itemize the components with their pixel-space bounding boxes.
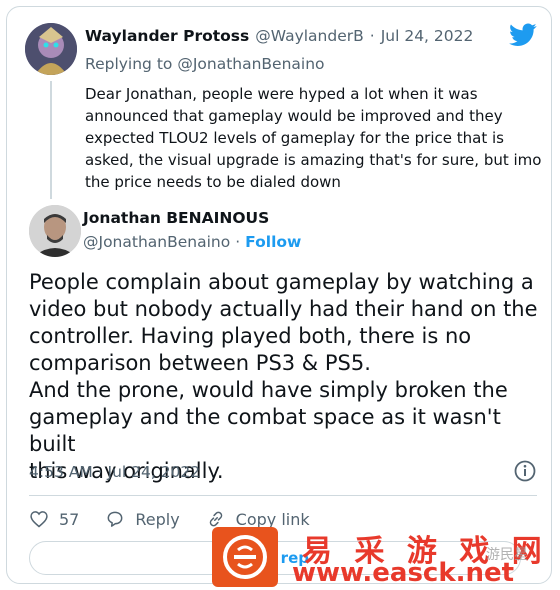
parent-header: Waylander Protoss @WaylanderB · Jul 24, … (85, 25, 473, 47)
watermark-small: 游民星 (486, 547, 528, 563)
avatar-jonathan[interactable] (29, 205, 81, 257)
separator-dot: · (369, 27, 375, 45)
follow-button[interactable]: Follow (245, 233, 301, 251)
parent-date[interactable]: Jul 24, 2022 (381, 27, 474, 45)
replying-prefix: Replying to (85, 55, 173, 73)
main-tweet-text: People complain about gameplay by watchi… (29, 269, 549, 485)
tweet-timestamp[interactable]: 4:53 AM · Jul 24, 2022 (29, 463, 200, 481)
info-icon[interactable] (513, 459, 537, 483)
replying-to: Replying to @JonathanBenaino (85, 55, 325, 73)
parent-tweet-text: Dear Jonathan, people were hyped a lot w… (85, 85, 542, 191)
main-handle[interactable]: @JonathanBenaino (83, 233, 230, 251)
heart-icon (30, 511, 48, 528)
link-icon (209, 511, 222, 527)
text-line: gameplay and the combat space as it wasn… (29, 405, 501, 456)
text-line: And the prone, would have simply broken … (29, 378, 508, 402)
text-line: comparison between PS3 & PS5. (29, 351, 371, 375)
reply-button[interactable]: Reply (105, 509, 180, 529)
twitter-bird-icon[interactable] (509, 23, 537, 47)
reply-bubble-icon (107, 511, 123, 527)
main-author-name[interactable]: Jonathan BENAINOUS (83, 209, 269, 227)
like-count: 57 (59, 509, 80, 529)
watermark-logo (212, 527, 278, 587)
text-line: video but nobody actually had their hand… (29, 297, 538, 321)
copy-link-label: Copy link (235, 509, 310, 529)
text-line: People complain about gameplay by watchi… (29, 270, 534, 294)
text-line: controller. Having played both, there is… (29, 324, 472, 348)
replying-mention[interactable]: @JonathanBenaino (177, 55, 324, 73)
copy-link-button[interactable]: Copy link (206, 509, 310, 529)
watermark-url: www.easck.net (292, 558, 515, 588)
reply-label: Reply (135, 509, 180, 529)
like-button[interactable]: 57 (29, 509, 79, 529)
avatar-waylander[interactable] (25, 23, 77, 75)
main-handle-row: @JonathanBenaino · Follow (83, 233, 301, 251)
parent-handle[interactable]: @WaylanderB (255, 27, 364, 45)
thread-line (50, 81, 52, 199)
tweet-card: Waylander Protoss @WaylanderB · Jul 24, … (6, 6, 552, 584)
parent-author-name[interactable]: Waylander Protoss (85, 27, 249, 45)
separator-dot: · (235, 233, 241, 251)
divider (29, 495, 537, 496)
action-bar: 57 Reply Copy link (29, 505, 336, 533)
